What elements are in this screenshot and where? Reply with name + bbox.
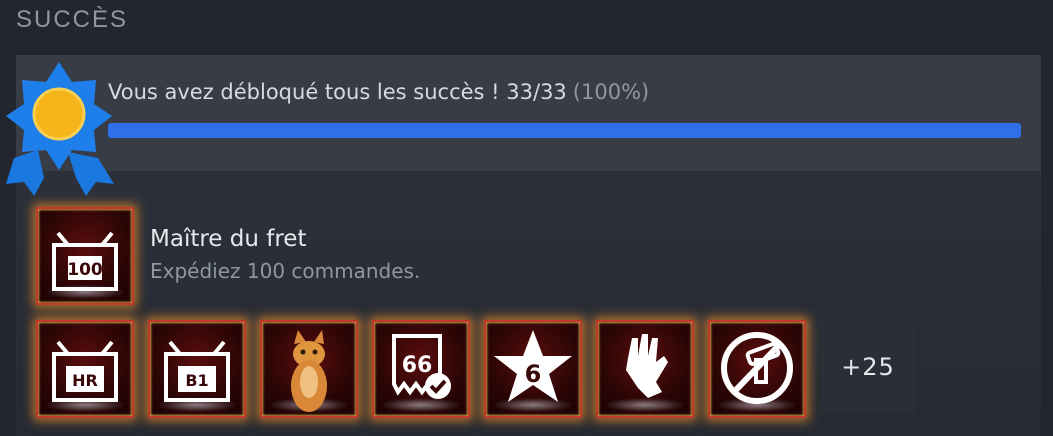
medal-icon bbox=[6, 62, 114, 196]
cat-icon[interactable] bbox=[260, 320, 358, 418]
featured-achievement-name: Maître du fret bbox=[150, 226, 307, 252]
featured-achievement-icon[interactable]: 100 bbox=[36, 207, 134, 305]
receipt-66-icon[interactable]: 66 bbox=[372, 320, 470, 418]
crate-b1-icon[interactable]: B1 bbox=[148, 320, 246, 418]
no-scanner-icon[interactable] bbox=[708, 320, 806, 418]
more-count: +25 bbox=[841, 353, 895, 381]
crate-hr-icon[interactable]: HR bbox=[36, 320, 134, 418]
summary-text: Vous avez débloqué tous les succès ! 33/… bbox=[108, 80, 649, 104]
tile-label: HR bbox=[72, 371, 98, 390]
summary-percent: (100%) bbox=[572, 80, 650, 104]
tile-label: B1 bbox=[185, 371, 208, 390]
progress-bar bbox=[108, 123, 1021, 138]
section-title: SUCCÈS bbox=[16, 6, 129, 33]
tile-label: 66 bbox=[402, 353, 433, 378]
featured-achievement-description: Expédiez 100 commandes. bbox=[150, 259, 421, 283]
featured-icon-label: 100 bbox=[67, 260, 103, 280]
summary-count-text: Vous avez débloqué tous les succès ! 33/… bbox=[108, 80, 567, 104]
tile-label: 6 bbox=[525, 360, 542, 388]
more-achievements-button[interactable]: +25 bbox=[820, 320, 916, 414]
glove-icon[interactable] bbox=[596, 320, 694, 418]
summary-strip bbox=[16, 55, 1041, 171]
star-6-icon[interactable]: 6 bbox=[484, 320, 582, 418]
progress-fill bbox=[108, 123, 1021, 138]
